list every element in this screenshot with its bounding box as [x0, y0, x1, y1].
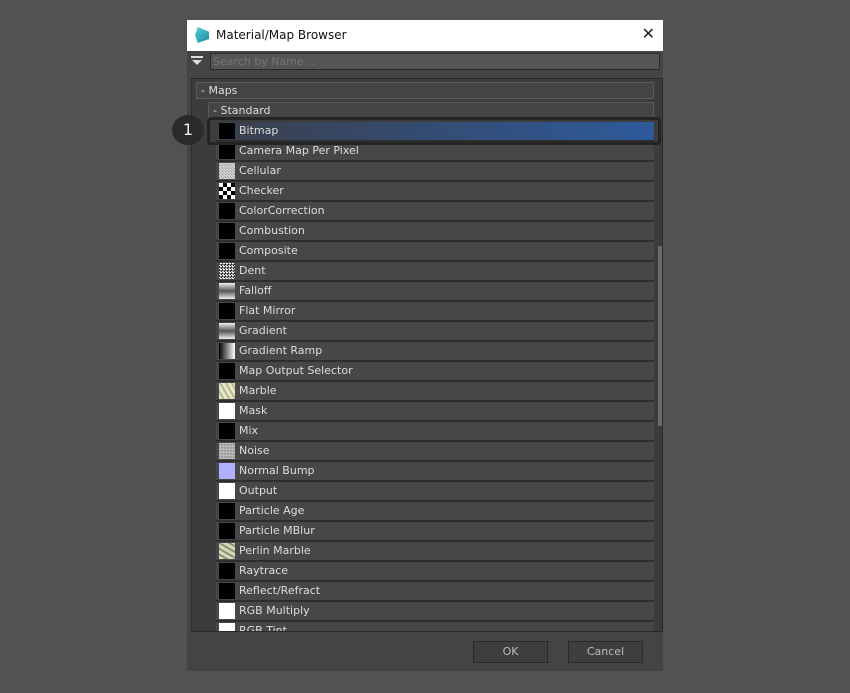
- map-item[interactable]: Mix: [216, 422, 654, 442]
- map-swatch-icon: [219, 563, 235, 579]
- map-swatch-icon: [219, 263, 235, 279]
- map-item-label: Reflect/Refract: [239, 584, 321, 597]
- map-swatch-icon: [219, 583, 235, 599]
- title-bar: Material/Map Browser ✕: [187, 20, 663, 51]
- map-swatch-icon: [219, 543, 235, 559]
- map-item-label: Cellular: [239, 164, 281, 177]
- map-item[interactable]: Cellular: [216, 162, 654, 182]
- map-item[interactable]: Output: [216, 482, 654, 502]
- scrollbar-thumb[interactable]: [658, 246, 662, 426]
- map-item-label: Output: [239, 484, 278, 497]
- map-item-label: Gradient: [239, 324, 287, 337]
- map-item-label: Normal Bump: [239, 464, 315, 477]
- map-item[interactable]: Normal Bump: [216, 462, 654, 482]
- map-item-label: Noise: [239, 444, 270, 457]
- map-rows: Bitmap Camera Map Per Pixel Cellular Checke…: [216, 122, 654, 632]
- app-logo-icon: [195, 27, 209, 43]
- map-list: - Maps - Standard Bitmap Camera Map Per P…: [191, 78, 663, 632]
- map-item[interactable]: Map Output Selector: [216, 362, 654, 382]
- map-swatch-icon: [219, 363, 235, 379]
- map-swatch-icon: [219, 383, 235, 399]
- group-maps[interactable]: - Maps: [196, 82, 654, 99]
- map-item[interactable]: Perlin Marble: [216, 542, 654, 562]
- map-swatch-icon: [219, 303, 235, 319]
- map-item[interactable]: Noise: [216, 442, 654, 462]
- map-swatch-icon: [219, 623, 235, 631]
- map-item-label: RGB Multiply: [239, 604, 310, 617]
- map-swatch-icon: [219, 483, 235, 499]
- window-title: Material/Map Browser: [216, 28, 347, 42]
- map-item[interactable]: RGB Multiply: [216, 602, 654, 622]
- map-swatch-icon: [219, 223, 235, 239]
- map-item[interactable]: Reflect/Refract: [216, 582, 654, 602]
- map-swatch-icon: [219, 343, 235, 359]
- map-swatch-icon: [219, 503, 235, 519]
- map-item-label: RGB Tint: [239, 624, 287, 632]
- map-item[interactable]: Mask: [216, 402, 654, 422]
- map-swatch-icon: [219, 443, 235, 459]
- filter-menu-icon[interactable]: [191, 56, 203, 68]
- map-swatch-icon: [219, 283, 235, 299]
- map-item-label: ColorCorrection: [239, 204, 325, 217]
- map-item-label: Checker: [239, 184, 284, 197]
- callout-badge: 1: [172, 115, 204, 145]
- map-swatch-icon: [219, 403, 235, 419]
- callout-highlight: [207, 117, 661, 145]
- map-swatch-icon: [219, 183, 235, 199]
- map-swatch-icon: [219, 323, 235, 339]
- map-item[interactable]: Checker: [216, 182, 654, 202]
- search-input[interactable]: [210, 53, 660, 70]
- map-swatch-icon: [219, 463, 235, 479]
- map-item-label: Marble: [239, 384, 277, 397]
- map-item-label: Raytrace: [239, 564, 289, 577]
- map-item[interactable]: Combustion: [216, 222, 654, 242]
- map-item-label: Falloff: [239, 284, 272, 297]
- map-swatch-icon: [219, 423, 235, 439]
- map-item-label: Composite: [239, 244, 298, 257]
- map-item-label: Mix: [239, 424, 259, 437]
- map-item[interactable]: Dent: [216, 262, 654, 282]
- map-item[interactable]: Particle MBlur: [216, 522, 654, 542]
- map-item[interactable]: Composite: [216, 242, 654, 262]
- map-swatch-icon: [219, 203, 235, 219]
- map-item-label: Flat Mirror: [239, 304, 296, 317]
- map-item[interactable]: RGB Tint: [216, 622, 654, 632]
- map-swatch-icon: [219, 243, 235, 259]
- map-item[interactable]: Gradient Ramp: [216, 342, 654, 362]
- map-swatch-icon: [219, 523, 235, 539]
- map-item[interactable]: Camera Map Per Pixel: [216, 142, 654, 162]
- map-item-label: Perlin Marble: [239, 544, 311, 557]
- map-item[interactable]: Particle Age: [216, 502, 654, 522]
- footer: OK Cancel: [187, 632, 663, 671]
- map-item[interactable]: Marble: [216, 382, 654, 402]
- map-item-label: Particle Age: [239, 504, 305, 517]
- cancel-button[interactable]: Cancel: [568, 641, 643, 663]
- map-item-label: Combustion: [239, 224, 305, 237]
- map-swatch-icon: [219, 603, 235, 619]
- map-item-label: Dent: [239, 264, 266, 277]
- map-swatch-icon: [219, 143, 235, 159]
- map-item-label: Gradient Ramp: [239, 344, 323, 357]
- map-item[interactable]: Flat Mirror: [216, 302, 654, 322]
- map-item[interactable]: Raytrace: [216, 562, 654, 582]
- map-item[interactable]: Falloff: [216, 282, 654, 302]
- map-item[interactable]: ColorCorrection: [216, 202, 654, 222]
- map-item-label: Particle MBlur: [239, 524, 315, 537]
- map-item[interactable]: Gradient: [216, 322, 654, 342]
- map-item-label: Map Output Selector: [239, 364, 353, 377]
- map-swatch-icon: [219, 163, 235, 179]
- close-icon[interactable]: ✕: [642, 24, 655, 43]
- scrollbar[interactable]: [658, 79, 662, 631]
- map-item-label: Mask: [239, 404, 268, 417]
- ok-button[interactable]: OK: [473, 641, 548, 663]
